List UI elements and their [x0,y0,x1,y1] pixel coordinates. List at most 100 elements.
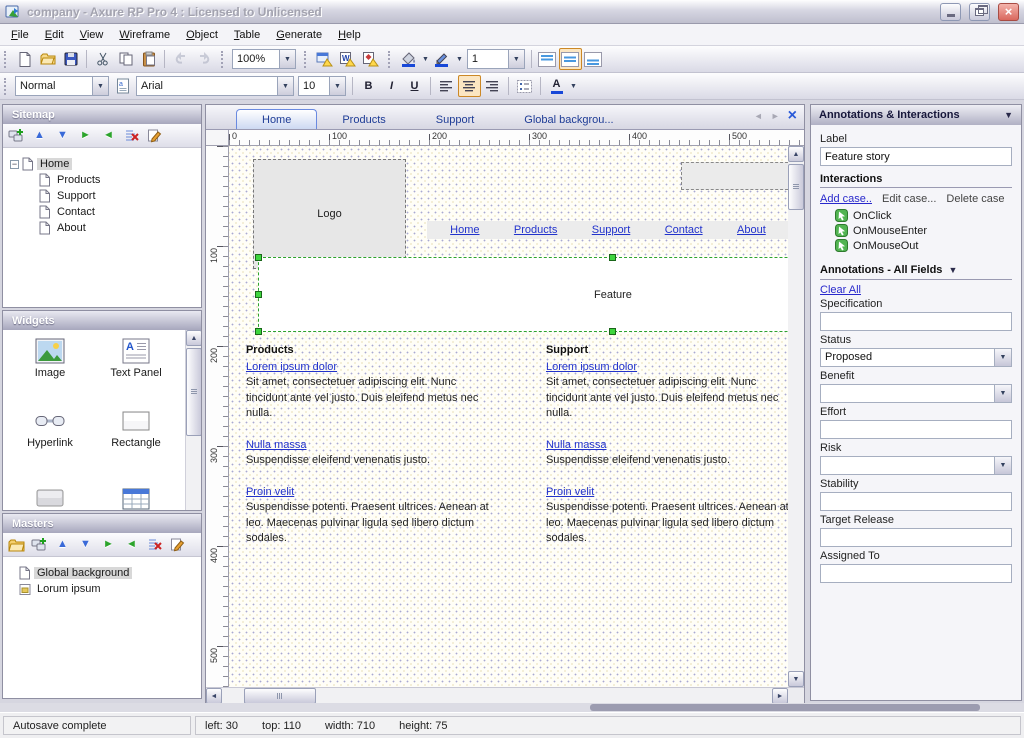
indent-button[interactable]: ► [98,535,119,555]
fill-color-button[interactable] [397,48,420,70]
add-page-button[interactable] [6,126,27,146]
align-right-button[interactable] [481,75,504,97]
move-down-button[interactable]: ▼ [75,535,96,555]
font-color-dropdown-icon[interactable]: ▼ [570,83,577,90]
status-select[interactable]: Proposed ▼ [820,348,1012,367]
generate-word-button[interactable]: W [336,48,359,70]
valign-bottom-button[interactable] [582,48,605,70]
menu-generate[interactable]: Generate [268,26,330,44]
minimize-button[interactable] [940,3,961,21]
chevron-down-icon[interactable]: ▼ [508,50,524,68]
menu-table[interactable]: Table [226,26,268,44]
bullet-list-button[interactable] [513,75,536,97]
edit-page-button[interactable] [144,126,165,146]
indent-button[interactable]: ► [75,126,96,146]
master-item-lorum-ipsum[interactable]: Lorum ipsum [19,581,199,597]
line-color-dropdown-icon[interactable]: ▼ [456,56,463,63]
tree-item-support[interactable]: Support [39,188,199,204]
valign-top-button[interactable] [536,48,559,70]
scrollbar-track[interactable] [788,162,804,671]
event-onclick[interactable]: OnClick [835,209,1012,222]
scrollbar-thumb[interactable] [186,348,202,436]
add-case-link[interactable]: Add case.. [820,193,872,205]
undo-button[interactable] [169,48,192,70]
scroll-down-icon[interactable]: ▼ [788,671,804,687]
tree-item-home[interactable]: − Home [5,156,199,172]
risk-select[interactable]: ▼ [820,456,1012,475]
menu-view[interactable]: View [72,26,112,44]
scroll-up-icon[interactable]: ▲ [788,146,804,162]
generate-spec-button[interactable] [359,48,382,70]
label-input[interactable] [820,147,1012,166]
delete-page-button[interactable] [121,126,142,146]
close-tab-icon[interactable]: × [788,109,797,123]
search-field-widget[interactable] [681,162,788,190]
zoom-combo[interactable]: 100% ▼ [232,49,296,69]
widget-button[interactable] [9,488,91,510]
tab-support[interactable]: Support [411,110,500,129]
tab-global-background[interactable]: Global backgrou... [499,110,638,129]
resize-handle[interactable] [255,254,262,261]
delete-case-link[interactable]: Delete case [946,193,1004,205]
new-button[interactable] [13,48,36,70]
scrollbar-thumb[interactable] [244,688,316,704]
copy-button[interactable] [114,48,137,70]
font-size-combo[interactable]: 10 ▼ [298,76,346,96]
bold-button[interactable]: B [357,75,380,97]
stability-input[interactable] [820,492,1012,511]
chevron-down-icon[interactable]: ▼ [92,77,108,95]
widget-hyperlink[interactable]: Hyperlink [9,408,91,449]
menu-file[interactable]: File [3,26,37,44]
widget-text-panel[interactable]: A Text Panel [95,338,177,379]
design-canvas[interactable]: Logo Home Products Support Contact About… [229,146,788,687]
event-onmouseout[interactable]: OnMouseOut [835,239,1012,252]
move-up-button[interactable]: ▲ [29,126,50,146]
delete-master-button[interactable] [144,535,165,555]
tab-home[interactable]: Home [236,109,317,129]
new-folder-button[interactable] [6,535,27,555]
open-button[interactable] [36,48,59,70]
scroll-right-icon[interactable]: ► [772,688,788,704]
scroll-up-icon[interactable]: ▲ [186,330,202,346]
collapse-icon[interactable]: − [10,160,19,169]
resize-handle[interactable] [255,291,262,298]
menu-object[interactable]: Object [178,26,226,44]
save-button[interactable] [59,48,82,70]
widget-rectangle[interactable]: Rectangle [95,408,177,449]
canvas-vertical-scrollbar[interactable]: ▲ ▼ [788,146,804,687]
close-button[interactable]: × [998,3,1019,21]
cut-button[interactable] [91,48,114,70]
chevron-down-icon[interactable]: ▼ [277,77,293,95]
edit-case-link[interactable]: Edit case... [882,193,936,205]
event-onmouseenter[interactable]: OnMouseEnter [835,224,1012,237]
underline-button[interactable]: U [403,75,426,97]
restore-button[interactable] [969,3,990,21]
master-item-global-background[interactable]: Global background [19,565,199,581]
line-color-button[interactable] [431,48,454,70]
fill-color-dropdown-icon[interactable]: ▼ [422,56,429,63]
chevron-down-icon[interactable]: ▼ [994,349,1011,366]
section-link[interactable]: Lorem ipsum dolor [546,361,637,373]
site-nav-widget[interactable]: Home Products Support Contact About [427,221,788,239]
resize-handle[interactable] [609,328,616,335]
chevron-down-icon[interactable]: ▼ [1004,110,1013,120]
nav-link-products[interactable]: Products [514,224,557,236]
assigned-to-input[interactable] [820,564,1012,583]
effort-input[interactable] [820,420,1012,439]
style-editor-button[interactable]: a [111,75,134,97]
chevron-down-icon[interactable]: ▼ [994,385,1011,402]
generate-html-button[interactable] [313,48,336,70]
scrollbar-thumb[interactable] [788,164,804,210]
menu-help[interactable]: Help [330,26,369,44]
tab-products[interactable]: Products [317,110,410,129]
menu-edit[interactable]: Edit [37,26,72,44]
chevron-down-icon[interactable]: ▼ [329,77,345,95]
products-column-widget[interactable]: Products Lorem ipsum dolor Sit amet, con… [246,343,489,563]
valign-middle-button[interactable] [559,48,582,70]
italic-button[interactable]: I [380,75,403,97]
bottom-scroll-thumb[interactable] [590,704,980,711]
font-family-combo[interactable]: Arial ▼ [136,76,294,96]
logo-placeholder-widget[interactable]: Logo [253,159,406,269]
section-link[interactable]: Proin velit [546,486,594,498]
chevron-down-icon[interactable]: ▼ [279,50,295,68]
